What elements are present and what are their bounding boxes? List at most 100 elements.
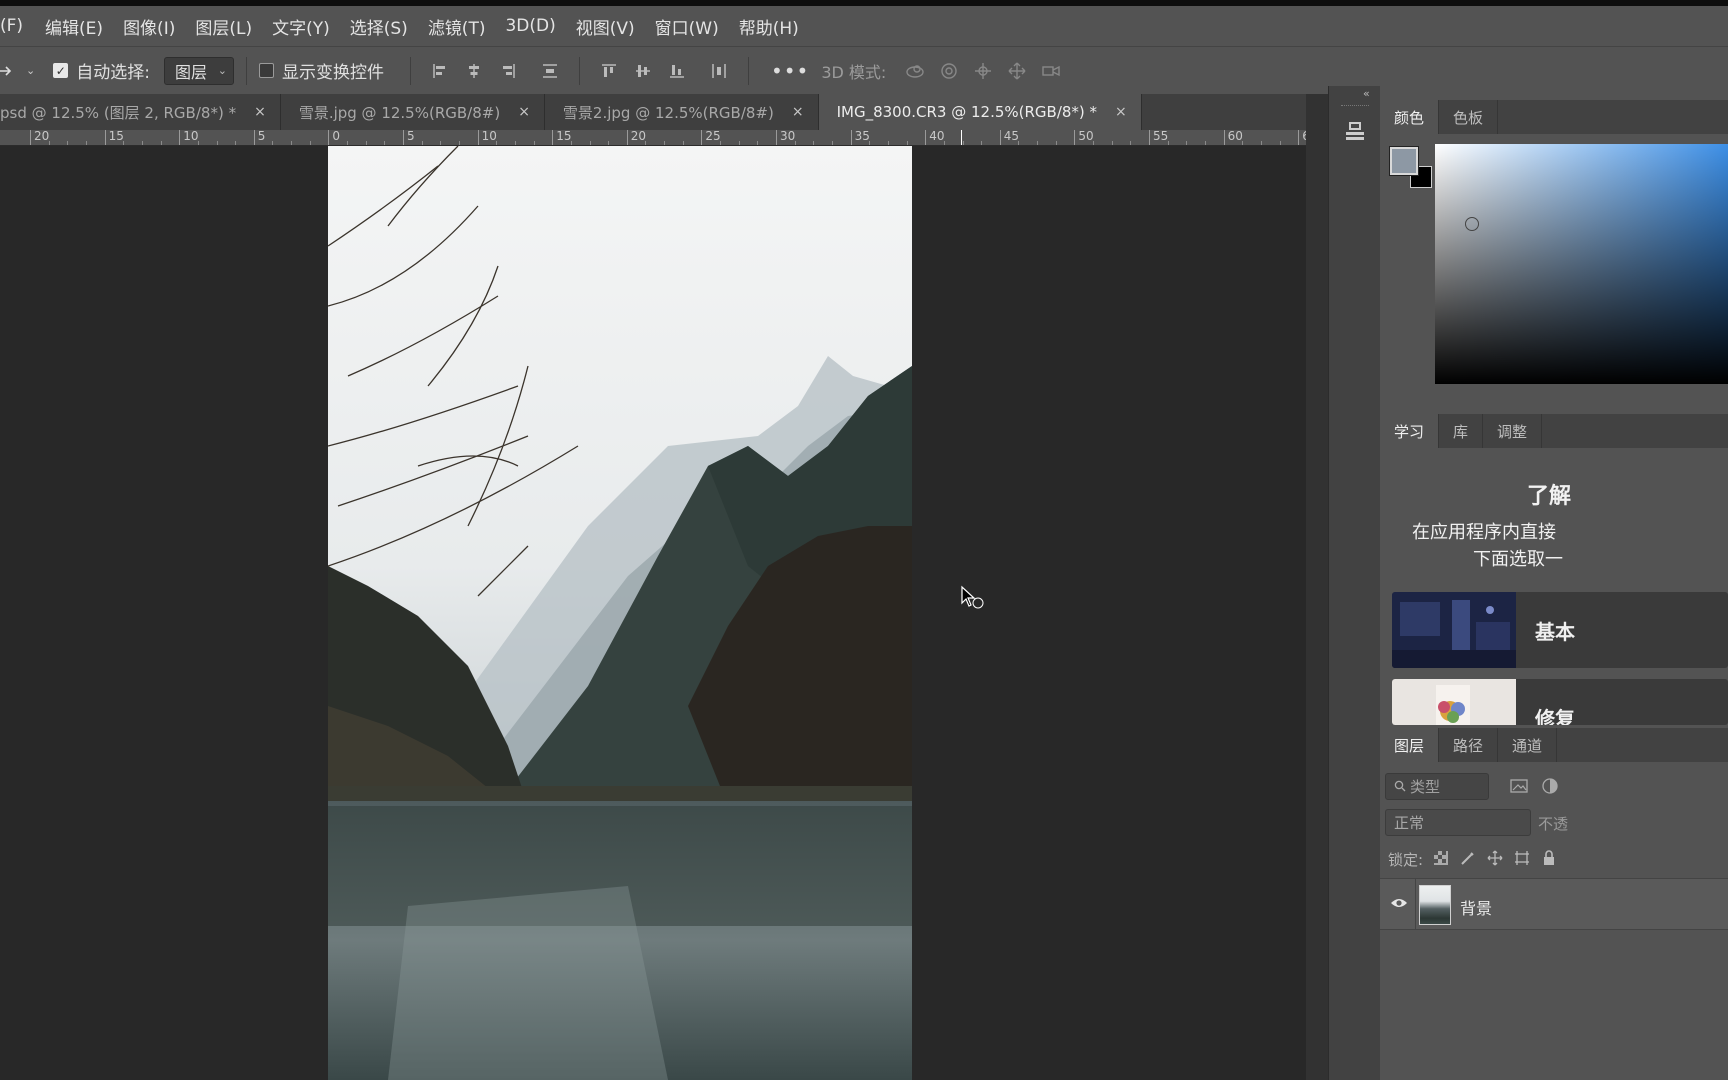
align-top-icon[interactable] bbox=[596, 58, 622, 84]
align-vertical-center-icon[interactable] bbox=[630, 58, 656, 84]
filter-adjustment-layers-icon[interactable] bbox=[1541, 777, 1559, 799]
ruler-minor-tick bbox=[757, 141, 759, 145]
document-tab-label: 雪景.jpg @ 12.5%(RGB/8#) bbox=[298, 103, 501, 122]
close-icon[interactable]: × bbox=[792, 104, 804, 120]
show-transform-checkbox[interactable] bbox=[258, 63, 274, 78]
distribute-vertical-icon[interactable] bbox=[537, 58, 563, 84]
learn-card-thumbnail bbox=[1392, 679, 1516, 725]
align-right-icon[interactable] bbox=[495, 58, 521, 84]
ruler-minor-tick bbox=[272, 141, 274, 145]
align-bottom-icon[interactable] bbox=[664, 58, 690, 84]
ruler-minor-tick bbox=[123, 141, 125, 145]
ruler-minor-tick bbox=[1037, 141, 1039, 145]
align-left-icon[interactable] bbox=[427, 58, 453, 84]
menu-filter[interactable]: 滤镜(T) bbox=[428, 14, 486, 39]
ruler-tick-label: 5 bbox=[253, 130, 265, 145]
close-icon[interactable]: × bbox=[1115, 104, 1127, 120]
3d-slide-icon[interactable] bbox=[1006, 60, 1028, 82]
move-tool-icon[interactable] bbox=[0, 61, 22, 81]
collapse-panels-icon[interactable]: « bbox=[1363, 87, 1370, 100]
lock-transparent-pixels-icon[interactable] bbox=[1432, 849, 1450, 867]
eye-icon[interactable] bbox=[1390, 895, 1408, 914]
menu-type[interactable]: 文字(Y) bbox=[272, 14, 330, 39]
menu-view[interactable]: 视图(V) bbox=[576, 14, 635, 39]
dock-grip-handle[interactable] bbox=[1341, 105, 1369, 108]
horizontal-ruler[interactable]: 201510505101520253035404550556065 bbox=[0, 130, 1306, 146]
ruler-tick-label: 60 bbox=[1223, 130, 1243, 145]
auto-select-target-dropdown[interactable]: 图层 ⌄ bbox=[163, 56, 234, 85]
menu-image[interactable]: 图像(I) bbox=[123, 14, 175, 39]
ruler-minor-tick bbox=[291, 141, 293, 145]
3d-roll-icon[interactable] bbox=[938, 60, 960, 82]
learn-card-title: 修复 bbox=[1535, 707, 1575, 725]
3d-orbit-icon[interactable] bbox=[904, 60, 926, 82]
3d-scale-camera-icon[interactable] bbox=[1040, 60, 1062, 82]
document-tab[interactable]: psd @ 12.5% (图层 2, RGB/8*) * × bbox=[0, 94, 281, 130]
tool-preset-chevron-icon[interactable]: ⌄ bbox=[26, 64, 35, 77]
learn-card-thumbnail bbox=[1392, 592, 1516, 668]
ruler-minor-tick bbox=[887, 141, 889, 145]
ruler-tick-label: 25 bbox=[701, 130, 721, 145]
learn-card-basics[interactable]: 基本 bbox=[1392, 592, 1728, 668]
layer-filter-input[interactable]: 类型 bbox=[1385, 773, 1489, 800]
3d-mode-label: 3D 模式: bbox=[821, 62, 887, 82]
ruler-minor-tick bbox=[160, 141, 162, 145]
blend-mode-dropdown[interactable]: 正常 bbox=[1385, 809, 1531, 836]
tab-swatches[interactable]: 色板 bbox=[1439, 100, 1499, 134]
document-tab[interactable]: 雪景.jpg @ 12.5%(RGB/8#) × bbox=[280, 94, 545, 130]
ruler-tick-label: 15 bbox=[104, 130, 124, 145]
menu-select[interactable]: 选择(S) bbox=[350, 14, 408, 39]
learn-card-repair[interactable]: 修复 bbox=[1392, 679, 1728, 725]
tab-learn[interactable]: 学习 bbox=[1380, 414, 1440, 448]
lock-position-icon[interactable] bbox=[1486, 849, 1504, 867]
ruler-minor-tick bbox=[813, 141, 815, 145]
lock-artboard-icon[interactable] bbox=[1513, 849, 1531, 867]
ruler-minor-tick bbox=[981, 141, 983, 145]
ruler-minor-tick bbox=[682, 141, 684, 145]
menu-3d[interactable]: 3D(D) bbox=[505, 16, 555, 36]
ruler-minor-tick bbox=[608, 141, 610, 145]
lock-all-icon[interactable] bbox=[1540, 849, 1558, 867]
document-tab[interactable]: 雪景2.jpg @ 12.5%(RGB/8#) × bbox=[544, 94, 819, 130]
tab-color[interactable]: 颜色 bbox=[1380, 100, 1440, 134]
color-picker-ring[interactable] bbox=[1465, 217, 1479, 231]
3d-pan-icon[interactable] bbox=[972, 60, 994, 82]
ruler-tick-label: 45 bbox=[999, 130, 1019, 145]
distribute-horizontal-icon[interactable] bbox=[706, 58, 732, 84]
ruler-minor-tick bbox=[570, 141, 572, 145]
ruler-minor-tick bbox=[1204, 141, 1206, 145]
tab-layers[interactable]: 图层 bbox=[1380, 728, 1440, 762]
menu-help[interactable]: 帮助(H) bbox=[739, 14, 799, 39]
tab-channels[interactable]: 通道 bbox=[1498, 728, 1558, 762]
lock-label: 锁定: bbox=[1388, 851, 1424, 869]
libraries-icon[interactable] bbox=[1339, 116, 1371, 148]
more-options-button[interactable]: ••• bbox=[771, 59, 809, 83]
ruler-tick-label: 50 bbox=[1074, 130, 1094, 145]
menu-layer[interactable]: 图层(L) bbox=[195, 14, 252, 39]
menu-edit[interactable]: 编辑(E) bbox=[45, 14, 103, 39]
color-picker-field[interactable] bbox=[1435, 144, 1728, 384]
ruler-minor-tick bbox=[1242, 141, 1244, 145]
filter-pixel-layers-icon[interactable] bbox=[1510, 778, 1528, 798]
chevron-down-icon: ⌄ bbox=[217, 63, 227, 77]
close-icon[interactable]: × bbox=[254, 104, 266, 120]
menu-file[interactable]: (F) bbox=[0, 16, 23, 36]
document-tab-active[interactable]: IMG_8300.CR3 @ 12.5%(RGB/8*) * × bbox=[818, 94, 1142, 130]
ruler-minor-tick bbox=[1279, 141, 1281, 145]
menu-window[interactable]: 窗口(W) bbox=[655, 14, 719, 39]
menu-bar: (F) 编辑(E) 图像(I) 图层(L) 文字(Y) 选择(S) 滤镜(T) … bbox=[0, 6, 1728, 46]
ruler-minor-tick bbox=[664, 141, 666, 145]
ruler-minor-tick bbox=[197, 141, 199, 145]
foreground-color-swatch[interactable] bbox=[1390, 147, 1418, 175]
lock-image-pixels-icon[interactable] bbox=[1459, 849, 1477, 867]
layer-row-background[interactable]: 背景 bbox=[1380, 878, 1728, 930]
document-image[interactable] bbox=[328, 146, 912, 1080]
ruler-tick-label: 10 bbox=[179, 130, 198, 145]
auto-select-checkbox[interactable] bbox=[53, 63, 69, 78]
tab-adjustments[interactable]: 调整 bbox=[1483, 414, 1543, 448]
canvas-scrollbar[interactable] bbox=[1306, 94, 1328, 1080]
align-horizontal-center-icon[interactable] bbox=[461, 58, 487, 84]
tab-libraries[interactable]: 库 bbox=[1439, 414, 1484, 448]
close-icon[interactable]: × bbox=[518, 104, 530, 120]
tab-paths[interactable]: 路径 bbox=[1439, 728, 1499, 762]
